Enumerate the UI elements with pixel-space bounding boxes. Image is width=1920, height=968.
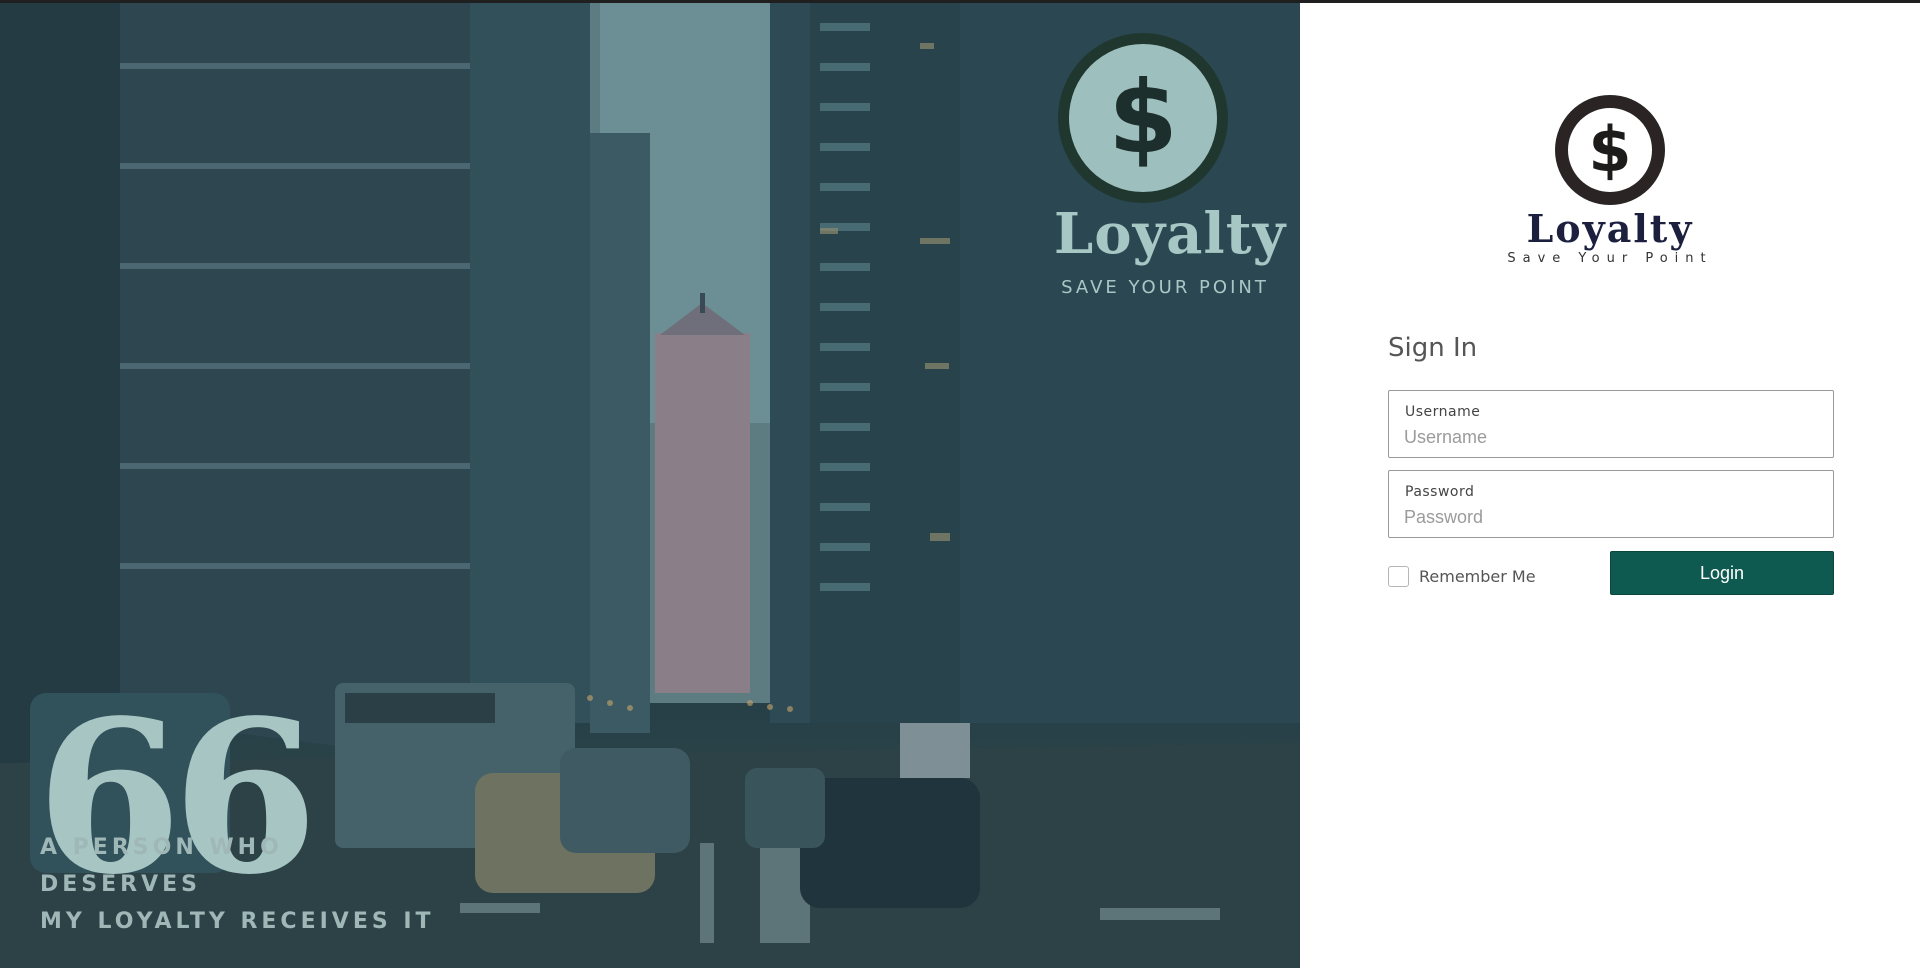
login-button[interactable]: Login	[1610, 551, 1834, 595]
quote-line: A PERSON WHO	[40, 835, 283, 860]
username-field: Username	[1388, 390, 1834, 458]
brand-name: Loyalty	[1526, 206, 1694, 251]
hero-brand-name: Loyalty	[1053, 201, 1287, 267]
hero-quote: A PERSON WHO DESERVES MY LOYALTY RECEIVE…	[40, 829, 435, 940]
remember-me[interactable]: Remember Me	[1388, 566, 1536, 587]
sign-in-title: Sign In	[1388, 333, 1478, 363]
dollar-symbol: $	[1564, 104, 1656, 196]
username-input[interactable]	[1404, 425, 1814, 449]
login-panel: $ Loyalty Save Your Point Sign In Userna…	[1300, 3, 1920, 968]
username-label: Username	[1405, 404, 1481, 420]
quote-line: MY LOYALTY RECEIVES IT	[40, 909, 435, 934]
brand-tagline: Save Your Point	[1507, 251, 1713, 266]
hero-panel: $ Loyalty SAVE YOUR POINT 66 A PERSON WH…	[0, 3, 1300, 968]
hero-tagline: SAVE YOUR POINT	[1061, 277, 1269, 298]
password-field: Password	[1388, 470, 1834, 538]
password-label: Password	[1405, 484, 1475, 500]
dollar-coin-icon: $	[1555, 95, 1665, 205]
dollar-symbol: $	[1069, 44, 1217, 192]
password-input[interactable]	[1404, 505, 1814, 529]
hero-logo: $	[1043, 33, 1243, 203]
dollar-coin-icon: $	[1058, 33, 1228, 203]
quote-line: DESERVES	[40, 872, 202, 897]
remember-me-label: Remember Me	[1419, 567, 1536, 586]
remember-me-checkbox[interactable]	[1388, 566, 1409, 587]
